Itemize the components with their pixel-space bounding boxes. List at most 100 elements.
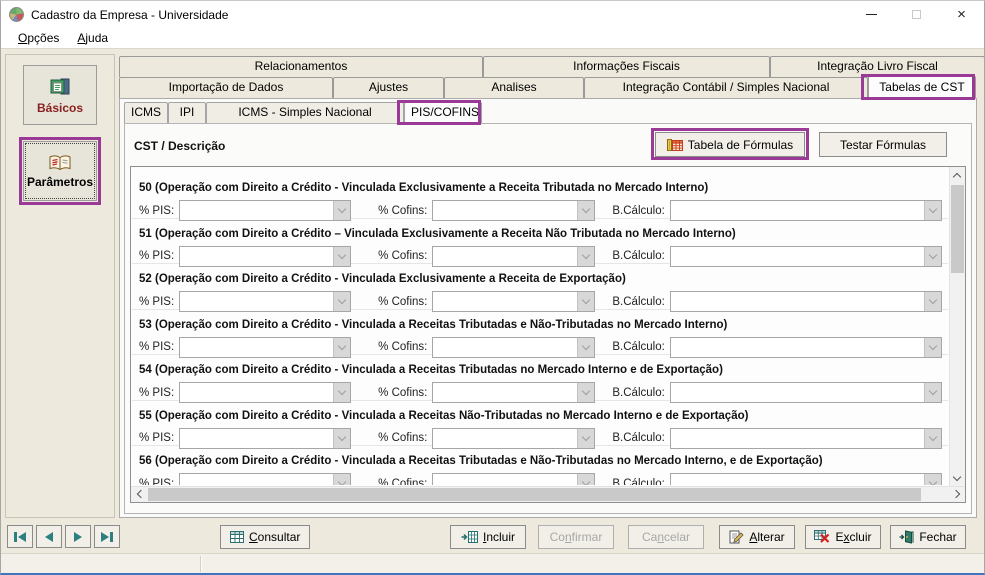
chevron-down-icon[interactable] bbox=[577, 246, 595, 266]
nav-previous-button[interactable] bbox=[36, 525, 62, 548]
scroll-left-icon[interactable] bbox=[131, 486, 147, 502]
cofins-label: % Cofins: bbox=[378, 204, 428, 217]
app-window: Cadastro da Empresa - Universidade × Opç… bbox=[0, 0, 985, 575]
tabela-de-formulas-icon bbox=[666, 138, 683, 151]
tab-ajustes[interactable]: Ajustes bbox=[333, 77, 444, 98]
pis-combobox[interactable] bbox=[179, 382, 352, 403]
cofins-combobox[interactable] bbox=[432, 336, 596, 358]
tab-analises[interactable]: Analises bbox=[444, 77, 584, 98]
bcalculo-label: B.Cálculo: bbox=[612, 250, 665, 262]
chevron-down-icon[interactable] bbox=[577, 428, 595, 448]
tab-relacionamentos[interactable]: Relacionamentos bbox=[119, 56, 483, 77]
pis-combobox[interactable] bbox=[179, 291, 352, 312]
chevron-down-icon[interactable] bbox=[924, 428, 941, 448]
bcalculo-label: B.Cálculo: bbox=[612, 341, 665, 353]
subtab-icms[interactable]: ICMS bbox=[124, 102, 168, 123]
chevron-down-icon[interactable] bbox=[924, 201, 941, 220]
cofins-combobox[interactable] bbox=[432, 427, 596, 449]
sidebar-item-basicos[interactable]: Básicos bbox=[23, 65, 97, 125]
subtab-pis-cofins[interactable]: PIS/COFINS bbox=[404, 102, 482, 123]
tab-integracao-contabil-simples-nacional[interactable]: Integração Contábil / Simples Nacional bbox=[584, 77, 868, 98]
cofins-combobox[interactable] bbox=[432, 245, 596, 267]
bcalculo-combobox[interactable] bbox=[669, 291, 942, 312]
cofins-label: % Cofins: bbox=[378, 250, 428, 262]
cofins-combobox[interactable] bbox=[432, 200, 596, 221]
tab-informacoes-fiscais[interactable]: Informações Fiscais bbox=[483, 56, 770, 77]
bcalculo-combobox[interactable] bbox=[669, 200, 942, 221]
cofins-combobox[interactable] bbox=[432, 291, 596, 312]
bcalculo-combobox[interactable] bbox=[669, 382, 942, 403]
chevron-down-icon[interactable] bbox=[577, 201, 595, 220]
close-button[interactable]: × bbox=[939, 1, 984, 28]
nav-last-button[interactable] bbox=[94, 525, 120, 548]
testar-formulas-button[interactable]: Testar Fórmulas bbox=[819, 132, 947, 157]
chevron-down-icon[interactable] bbox=[924, 246, 941, 266]
chevron-down-icon[interactable] bbox=[924, 337, 941, 357]
cst-row-52: 52 (Operação com Direito a Crédito - Vin… bbox=[132, 264, 948, 312]
chevron-down-icon[interactable] bbox=[577, 292, 595, 311]
nav-next-button[interactable] bbox=[65, 525, 91, 548]
pis-label: % PIS: bbox=[139, 432, 175, 444]
pis-combobox[interactable] bbox=[179, 200, 352, 221]
pis-combobox[interactable] bbox=[179, 427, 352, 449]
tab-integracao-livro-fiscal[interactable]: Integração Livro Fiscal bbox=[770, 56, 984, 77]
subtab-ipi[interactable]: IPI bbox=[168, 102, 206, 123]
chevron-down-icon[interactable] bbox=[577, 474, 595, 485]
bcalculo-combobox[interactable] bbox=[669, 245, 942, 267]
excluir-button[interactable]: Excluir bbox=[805, 524, 881, 549]
cofins-combobox[interactable] bbox=[432, 473, 596, 485]
pis-label: % PIS: bbox=[139, 477, 175, 486]
pis-combobox[interactable] bbox=[179, 245, 352, 267]
cofins-label: % Cofins: bbox=[378, 386, 428, 399]
incluir-button[interactable]: Incluir bbox=[450, 524, 526, 549]
sidebar-item-parametros[interactable]: Parâmetros bbox=[23, 141, 97, 201]
alterar-button[interactable]: Alterar bbox=[719, 524, 795, 549]
bcalculo-combobox[interactable] bbox=[669, 427, 942, 449]
chevron-down-icon[interactable] bbox=[333, 337, 351, 357]
subtab-icms-simples-nacional[interactable]: ICMS - Simples Nacional (CSOSN) bbox=[206, 102, 404, 138]
chevron-down-icon[interactable] bbox=[333, 201, 351, 220]
cst-row-title: 53 (Operação com Direito a Crédito - Vin… bbox=[139, 318, 728, 331]
pis-combobox[interactable] bbox=[179, 336, 352, 358]
chevron-down-icon[interactable] bbox=[924, 383, 941, 402]
cst-row-53: 53 (Operação com Direito a Crédito - Vin… bbox=[132, 310, 948, 358]
cst-rows: 50 (Operação com Direito a Crédito - Vin… bbox=[132, 168, 948, 485]
confirmar-button: Confirmar bbox=[538, 524, 614, 549]
scroll-up-icon[interactable] bbox=[949, 167, 965, 183]
bcalculo-combobox[interactable] bbox=[669, 336, 942, 358]
chevron-down-icon[interactable] bbox=[333, 292, 351, 311]
cofins-label: % Cofins: bbox=[378, 295, 428, 308]
vertical-scrollbar[interactable] bbox=[949, 167, 965, 486]
consultar-button[interactable]: Consultar bbox=[220, 524, 311, 549]
chevron-down-icon[interactable] bbox=[577, 337, 595, 357]
horizontal-scrollbar[interactable] bbox=[131, 486, 965, 502]
chevron-down-icon[interactable] bbox=[577, 383, 595, 402]
chevron-down-icon[interactable] bbox=[333, 383, 351, 402]
bottom-button-bar: Consultar Incluir Confirmar Cancelar Alt… bbox=[1, 520, 984, 553]
minimize-button[interactable] bbox=[849, 1, 894, 28]
vertical-scroll-thumb[interactable] bbox=[951, 185, 964, 273]
horizontal-scroll-thumb[interactable] bbox=[148, 488, 921, 501]
chevron-down-icon[interactable] bbox=[924, 292, 941, 311]
chevron-down-icon[interactable] bbox=[333, 428, 351, 448]
maximize-button bbox=[894, 1, 939, 28]
bcalculo-label: B.Cálculo: bbox=[612, 386, 665, 399]
pis-combobox[interactable] bbox=[179, 473, 352, 485]
nav-first-button[interactable] bbox=[7, 525, 33, 548]
chevron-down-icon[interactable] bbox=[924, 474, 941, 485]
menu-opcoes[interactable]: Opções bbox=[9, 28, 68, 48]
menu-ajuda[interactable]: Ajuda bbox=[68, 28, 117, 48]
tab-tabelas-de-cst[interactable]: Tabelas de CST bbox=[868, 76, 976, 98]
tab-importacao-de-dados[interactable]: Importação de Dados bbox=[119, 77, 333, 98]
cofins-combobox[interactable] bbox=[432, 382, 596, 403]
cst-row-title: 52 (Operação com Direito a Crédito - Vin… bbox=[139, 273, 626, 285]
status-bar bbox=[1, 553, 984, 573]
bcalculo-combobox[interactable] bbox=[669, 473, 942, 485]
chevron-down-icon[interactable] bbox=[333, 246, 351, 266]
scroll-down-icon[interactable] bbox=[949, 470, 965, 486]
fechar-button[interactable]: Fechar bbox=[890, 524, 966, 549]
chevron-down-icon[interactable] bbox=[333, 474, 351, 485]
scroll-right-icon[interactable] bbox=[949, 486, 965, 502]
tabela-de-formulas-button[interactable]: Tabela de Fórmulas bbox=[655, 132, 805, 157]
cst-row-55: 55 (Operação com Direito a Crédito - Vin… bbox=[132, 401, 948, 449]
